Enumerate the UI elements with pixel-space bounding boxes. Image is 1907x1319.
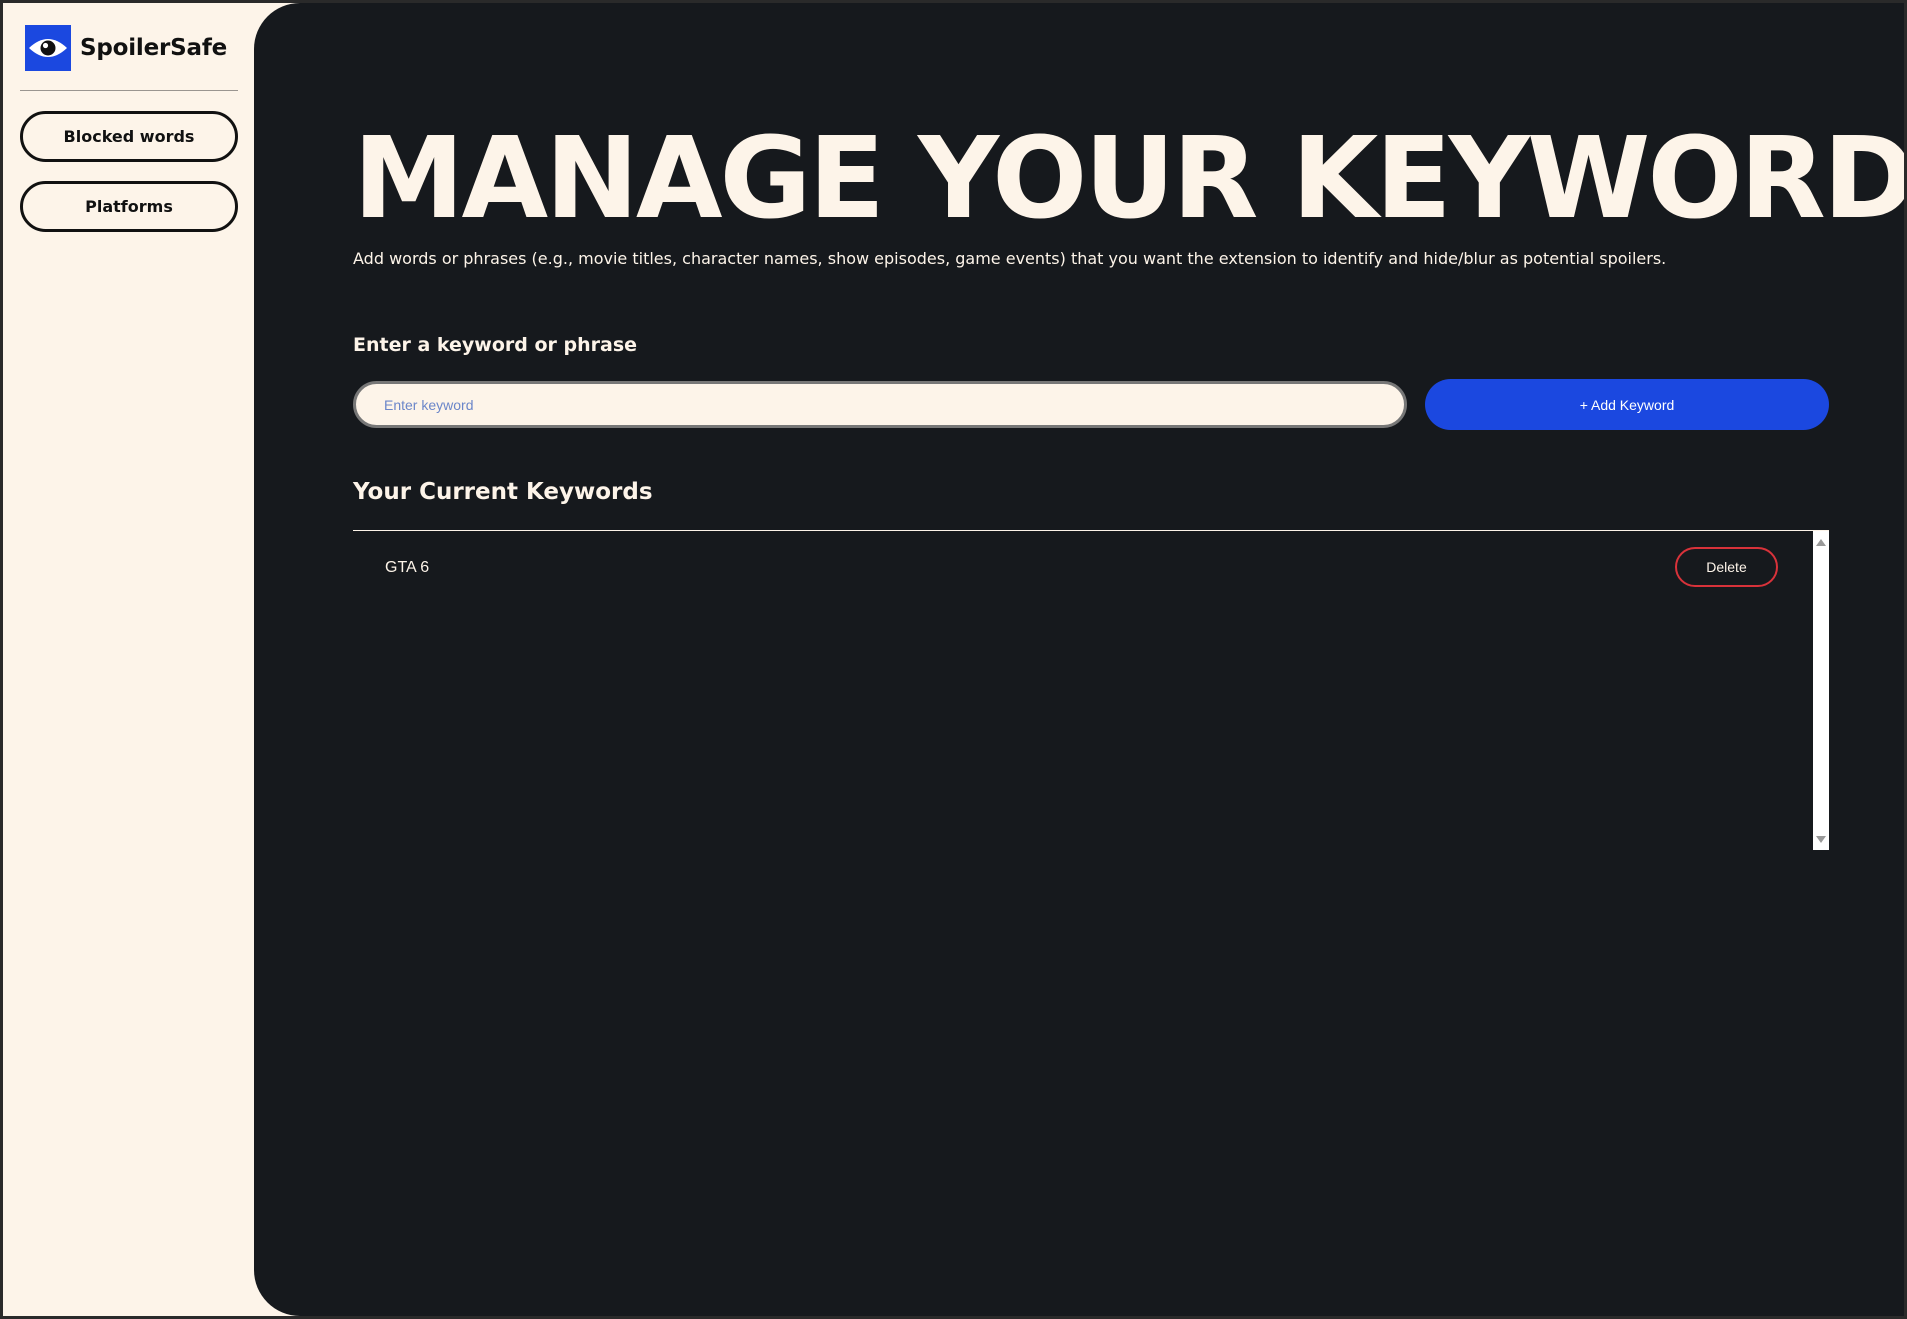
- scroll-down-icon[interactable]: [1816, 836, 1826, 843]
- keyword-input[interactable]: [353, 381, 1407, 428]
- list-item: GTA 6 Delete: [353, 531, 1813, 606]
- brand-name: SpoilerSafe: [80, 35, 228, 61]
- page-title: MANAGE YOUR KEYWORDS: [353, 114, 1904, 244]
- sidebar: SpoilerSafe Blocked words Platforms: [3, 3, 254, 1316]
- keyword-input-label: Enter a keyword or phrase: [353, 334, 638, 356]
- main-panel: MANAGE YOUR KEYWORDS Add words or phrase…: [254, 3, 1904, 1316]
- app-window: SpoilerSafe Blocked words Platforms MANA…: [3, 3, 1904, 1316]
- sidebar-item-blocked-words[interactable]: Blocked words: [20, 111, 238, 162]
- delete-button[interactable]: Delete: [1675, 547, 1778, 587]
- scroll-up-icon[interactable]: [1816, 539, 1826, 546]
- sidebar-item-platforms[interactable]: Platforms: [20, 181, 238, 232]
- sidebar-divider: [20, 90, 238, 91]
- eye-icon: [25, 25, 71, 71]
- brand: SpoilerSafe: [25, 24, 227, 72]
- keyword-list-scrollbar[interactable]: [1813, 531, 1829, 850]
- add-keyword-button[interactable]: + Add Keyword: [1425, 379, 1829, 430]
- page-description: Add words or phrases (e.g., movie titles…: [353, 249, 1667, 268]
- keyword-text: GTA 6: [385, 559, 430, 576]
- current-keywords-title: Your Current Keywords: [353, 479, 653, 505]
- keyword-list: GTA 6 Delete: [353, 531, 1813, 850]
